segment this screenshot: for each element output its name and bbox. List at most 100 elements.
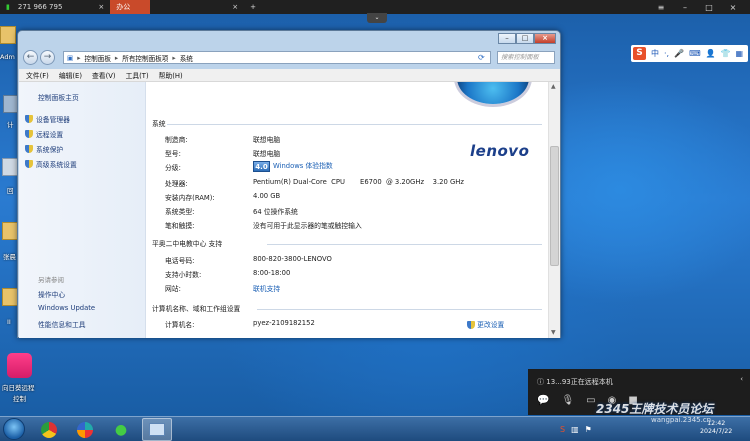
desktop-icon-label: 计 (7, 121, 14, 129)
minimize-icon[interactable]: – (674, 0, 696, 14)
sidebar-item-device-manager[interactable]: 设备管理器 (25, 114, 70, 124)
section-divider (167, 124, 542, 125)
close-button[interactable]: × (534, 33, 556, 44)
computer-name-label: 计算机名: (165, 321, 195, 329)
breadcrumb-item[interactable]: 所有控制面板项 (122, 53, 168, 63)
sidebar-item-label: 高级系统设置 (36, 161, 77, 169)
sidebar-item-label: 系统保护 (36, 146, 64, 154)
control-panel-icon (149, 423, 165, 436)
see-also-heading: 另请参阅 (38, 276, 64, 284)
window-controls: – □ × (498, 33, 556, 44)
signal-icon: ▮ (6, 3, 10, 11)
browser-icon (77, 421, 93, 438)
taskbar: ● S ▥ ⚑ 12:42 2024/7/22 (0, 416, 750, 441)
menu-file[interactable]: 文件(F) (26, 70, 49, 80)
manufacturer-value: 联想电脑 (253, 136, 281, 144)
folder-icon[interactable] (0, 26, 16, 44)
performance-tools-link[interactable]: 性能信息和工具 (38, 319, 86, 329)
close-icon: × (232, 3, 239, 11)
address-bar[interactable]: ▣ ▸ 控制面板 ▸ 所有控制面板项 ▸ 系统 (63, 51, 491, 64)
notification-text: ⓘ 13...93正在远程本机 (537, 378, 613, 386)
punctuation-icon[interactable]: ·, (664, 49, 669, 58)
minimize-button[interactable]: – (498, 33, 516, 44)
taskbar-control-panel[interactable] (142, 418, 172, 441)
window-content: 控制面板主页 设备管理器 远程设置 系统保护 高级系统设置 另请参阅 操作中心 … (19, 82, 560, 338)
navigation-row: ← → ▣ ▸ 控制面板 ▸ 所有控制面板项 ▸ 系统 ⟳ 搜索控制面板 (18, 47, 560, 67)
collapse-icon[interactable]: ‹ (740, 375, 743, 383)
vertical-scrollbar[interactable]: ▲ ▼ (548, 82, 560, 338)
search-input[interactable]: 搜索控制面板 (497, 51, 555, 64)
desktop-icon-label: 回 (7, 187, 14, 195)
shield-icon (25, 145, 33, 153)
sidebar-item-system-protection[interactable]: 系统保护 (25, 144, 63, 154)
control-panel-home-link[interactable]: 控制面板主页 (38, 92, 79, 102)
folder-icon[interactable] (2, 222, 18, 240)
online-support-link[interactable]: 联机支持 (253, 283, 280, 293)
menu-tools[interactable]: 工具(T) (126, 70, 149, 80)
system-details: 系统 制造商: 联想电脑 型号: 联想电脑 分级: 4.0 Windows 体验指… (147, 82, 548, 338)
user-icon[interactable]: 👤 (706, 49, 716, 58)
chat-icon[interactable]: 💬 (537, 395, 549, 406)
system-type-label: 系统类型: (165, 208, 195, 216)
new-tab-button[interactable]: + (244, 0, 262, 14)
remote-connection-tab[interactable]: ▮ 271 966 795 × (0, 0, 110, 14)
sidebar-item-label: 设备管理器 (36, 116, 70, 124)
microphone-icon[interactable]: 🎤 (674, 49, 684, 58)
taskbar-chrome[interactable] (34, 418, 64, 441)
menu-edit[interactable]: 编辑(E) (59, 70, 82, 80)
scroll-thumb[interactable] (550, 146, 559, 266)
rating-value: 4.0 Windows 体验指数 (253, 160, 333, 172)
experience-index-link[interactable]: Windows 体验指数 (273, 162, 333, 170)
back-button[interactable]: ← (23, 50, 38, 65)
support-hours-label: 支持小时数: (165, 271, 202, 279)
sidebar-item-remote-settings[interactable]: 远程设置 (25, 129, 63, 139)
clock-date: 2024/7/22 (700, 428, 733, 435)
manufacturer-label: 制造商: (165, 136, 188, 144)
breadcrumb-separator: ▸ (77, 53, 81, 62)
menu-icon[interactable]: ≡ (650, 0, 672, 14)
scroll-down-icon[interactable]: ▼ (551, 329, 556, 336)
menu-help[interactable]: 帮助(H) (159, 70, 183, 80)
ime-toolbar[interactable]: S 中 ·, 🎤 ⌨ 👤 👕 ▦ (631, 45, 748, 62)
keyboard-icon[interactable]: ⌨ (689, 49, 701, 58)
breadcrumb-item[interactable]: 系统 (180, 53, 193, 63)
taskbar-browser[interactable] (70, 418, 100, 441)
recycle-bin-icon[interactable] (2, 158, 18, 176)
maximize-button[interactable]: □ (516, 33, 534, 44)
desktop-icon-label: 张晨 (3, 253, 16, 261)
action-center-link[interactable]: 操作中心 (38, 289, 65, 299)
sogou-tray-icon[interactable]: S (560, 425, 565, 434)
screen-icon[interactable]: ▭ (586, 395, 595, 406)
tab-office[interactable]: 办公 (110, 0, 151, 14)
watermark-title: 2345王牌技术员论坛 (596, 402, 714, 416)
close-icon[interactable]: × (722, 0, 744, 14)
shirt-icon[interactable]: 👕 (721, 49, 731, 58)
scroll-up-icon[interactable]: ▲ (551, 83, 556, 90)
network-icon[interactable]: ▥ (571, 425, 579, 434)
change-settings-link[interactable]: 更改设置 (467, 319, 504, 329)
maximize-icon[interactable]: □ (698, 0, 720, 14)
task-pane: 控制面板主页 设备管理器 远程设置 系统保护 高级系统设置 另请参阅 操作中心 … (19, 82, 146, 338)
tab-close-button[interactable]: × (226, 0, 244, 14)
breadcrumb-separator: ▸ (114, 53, 119, 62)
ime-mode-toggle[interactable]: 中 (651, 48, 659, 59)
sunlogin-app-icon[interactable] (7, 353, 32, 378)
desktop-icon-label: 控制 (13, 395, 26, 403)
close-icon[interactable]: × (98, 3, 104, 11)
windows-update-link[interactable]: Windows Update (38, 304, 95, 312)
flag-icon[interactable]: ⚑ (585, 425, 592, 434)
sidebar-item-advanced-settings[interactable]: 高级系统设置 (25, 159, 77, 169)
menu-view[interactable]: 查看(V) (92, 70, 116, 80)
breadcrumb-item[interactable]: 控制面板 (85, 53, 111, 63)
folder-icon[interactable] (2, 288, 18, 306)
start-button[interactable] (3, 418, 25, 440)
website-label: 网站: (165, 285, 181, 293)
toolbar-collapse-button[interactable]: ⌄ (367, 13, 387, 23)
support-hours-value: 8:00-18:00 (253, 269, 291, 277)
taskbar-wechat[interactable]: ● (106, 418, 136, 441)
shield-icon (25, 160, 33, 168)
grid-icon[interactable]: ▦ (736, 49, 744, 58)
forward-button[interactable]: → (40, 50, 55, 65)
microphone-icon[interactable]: 🎙 (561, 395, 574, 406)
refresh-icon[interactable]: ⟳ (478, 53, 485, 62)
